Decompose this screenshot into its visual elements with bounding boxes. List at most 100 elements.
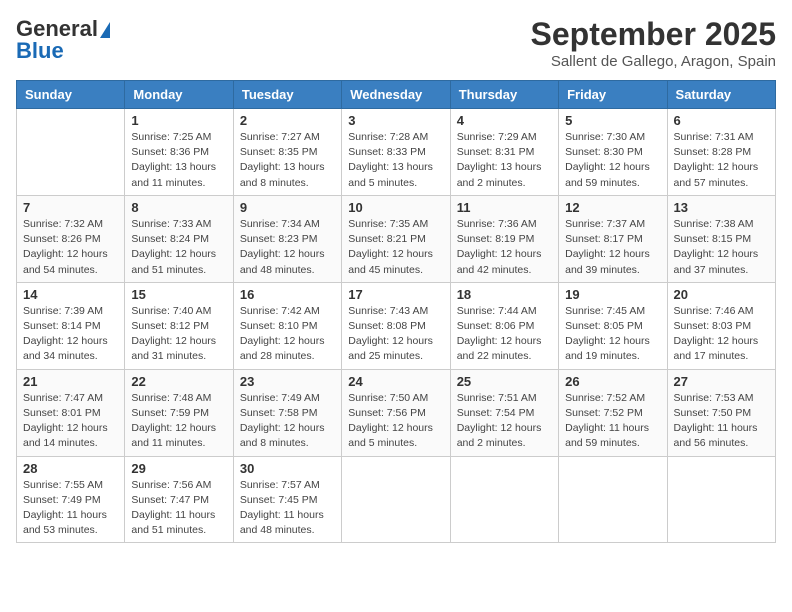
day-number: 29 bbox=[131, 461, 226, 476]
calendar-cell bbox=[450, 456, 558, 543]
day-info: Sunrise: 7:27 AMSunset: 8:35 PMDaylight:… bbox=[240, 130, 335, 191]
header: General Blue September 2025 Sallent de G… bbox=[16, 16, 776, 70]
title-area: September 2025 Sallent de Gallego, Arago… bbox=[531, 16, 776, 70]
day-info: Sunrise: 7:55 AMSunset: 7:49 PMDaylight:… bbox=[23, 478, 118, 539]
calendar-cell bbox=[667, 456, 775, 543]
day-number: 28 bbox=[23, 461, 118, 476]
day-number: 3 bbox=[348, 113, 443, 128]
day-info: Sunrise: 7:48 AMSunset: 7:59 PMDaylight:… bbox=[131, 391, 226, 452]
day-info: Sunrise: 7:40 AMSunset: 8:12 PMDaylight:… bbox=[131, 304, 226, 365]
day-number: 25 bbox=[457, 374, 552, 389]
day-info: Sunrise: 7:32 AMSunset: 8:26 PMDaylight:… bbox=[23, 217, 118, 278]
calendar-cell bbox=[17, 109, 125, 196]
calendar-cell: 14Sunrise: 7:39 AMSunset: 8:14 PMDayligh… bbox=[17, 282, 125, 369]
day-number: 26 bbox=[565, 374, 660, 389]
day-number: 18 bbox=[457, 287, 552, 302]
calendar-cell: 24 Sunrise: 7:50 AMSunset: 7:56 PMDayligh… bbox=[342, 369, 450, 456]
day-info: Sunrise: 7:25 AMSunset: 8:36 PMDaylight:… bbox=[131, 130, 226, 191]
calendar-cell: 25Sunrise: 7:51 AMSunset: 7:54 PMDayligh… bbox=[450, 369, 558, 456]
calendar-cell bbox=[342, 456, 450, 543]
calendar-cell: 3 Sunrise: 7:28 AMSunset: 8:33 PMDaylight… bbox=[342, 109, 450, 196]
day-number: 15 bbox=[131, 287, 226, 302]
calendar-week-row: 7 Sunrise: 7:32 AMSunset: 8:26 PMDaylight… bbox=[17, 195, 776, 282]
calendar-cell: 2 Sunrise: 7:27 AMSunset: 8:35 PMDaylight… bbox=[233, 109, 341, 196]
day-number: 20 bbox=[674, 287, 769, 302]
day-header-friday: Friday bbox=[559, 81, 667, 109]
calendar-cell: 10Sunrise: 7:35 AMSunset: 8:21 PMDayligh… bbox=[342, 195, 450, 282]
day-info: Sunrise: 7:36 AMSunset: 8:19 PMDaylight:… bbox=[457, 217, 552, 278]
calendar-table: SundayMondayTuesdayWednesdayThursdayFrid… bbox=[16, 80, 776, 543]
calendar-cell: 11 Sunrise: 7:36 AMSunset: 8:19 PMDayligh… bbox=[450, 195, 558, 282]
day-number: 6 bbox=[674, 113, 769, 128]
day-header-tuesday: Tuesday bbox=[233, 81, 341, 109]
calendar-cell: 8Sunrise: 7:33 AMSunset: 8:24 PMDaylight… bbox=[125, 195, 233, 282]
day-info: Sunrise: 7:30 AMSunset: 8:30 PMDaylight:… bbox=[565, 130, 660, 191]
day-info: Sunrise: 7:34 AMSunset: 8:23 PMDaylight:… bbox=[240, 217, 335, 278]
calendar-cell: 12Sunrise: 7:37 AMSunset: 8:17 PMDayligh… bbox=[559, 195, 667, 282]
day-info: Sunrise: 7:42 AMSunset: 8:10 PMDaylight:… bbox=[240, 304, 335, 365]
day-number: 21 bbox=[23, 374, 118, 389]
day-number: 11 bbox=[457, 200, 552, 215]
day-number: 19 bbox=[565, 287, 660, 302]
day-info: Sunrise: 7:46 AMSunset: 8:03 PMDaylight:… bbox=[674, 304, 769, 365]
day-number: 4 bbox=[457, 113, 552, 128]
day-header-sunday: Sunday bbox=[17, 81, 125, 109]
calendar-cell: 30 Sunrise: 7:57 AMSunset: 7:45 PMDayligh… bbox=[233, 456, 341, 543]
logo: General Blue bbox=[16, 16, 110, 64]
day-info: Sunrise: 7:38 AMSunset: 8:15 PMDaylight:… bbox=[674, 217, 769, 278]
calendar-cell: 9Sunrise: 7:34 AMSunset: 8:23 PMDaylight… bbox=[233, 195, 341, 282]
calendar-cell: 18 Sunrise: 7:44 AMSunset: 8:06 PMDayligh… bbox=[450, 282, 558, 369]
day-header-thursday: Thursday bbox=[450, 81, 558, 109]
day-number: 14 bbox=[23, 287, 118, 302]
calendar-cell: 4 Sunrise: 7:29 AMSunset: 8:31 PMDaylight… bbox=[450, 109, 558, 196]
day-number: 17 bbox=[348, 287, 443, 302]
day-number: 7 bbox=[23, 200, 118, 215]
day-info: Sunrise: 7:47 AMSunset: 8:01 PMDaylight:… bbox=[23, 391, 118, 452]
day-info: Sunrise: 7:45 AMSunset: 8:05 PMDaylight:… bbox=[565, 304, 660, 365]
day-info: Sunrise: 7:56 AMSunset: 7:47 PMDaylight:… bbox=[131, 478, 226, 539]
day-number: 8 bbox=[131, 200, 226, 215]
calendar-cell: 15 Sunrise: 7:40 AMSunset: 8:12 PMDayligh… bbox=[125, 282, 233, 369]
calendar-cell: 5Sunrise: 7:30 AMSunset: 8:30 PMDaylight… bbox=[559, 109, 667, 196]
calendar-cell: 6 Sunrise: 7:31 AMSunset: 8:28 PMDaylight… bbox=[667, 109, 775, 196]
calendar-cell: 21 Sunrise: 7:47 AMSunset: 8:01 PMDayligh… bbox=[17, 369, 125, 456]
day-info: Sunrise: 7:29 AMSunset: 8:31 PMDaylight:… bbox=[457, 130, 552, 191]
calendar-cell: 28 Sunrise: 7:55 AMSunset: 7:49 PMDayligh… bbox=[17, 456, 125, 543]
day-number: 24 bbox=[348, 374, 443, 389]
day-number: 27 bbox=[674, 374, 769, 389]
calendar-cell: 13 Sunrise: 7:38 AMSunset: 8:15 PMDayligh… bbox=[667, 195, 775, 282]
day-number: 13 bbox=[674, 200, 769, 215]
calendar-header-row: SundayMondayTuesdayWednesdayThursdayFrid… bbox=[17, 81, 776, 109]
calendar-cell: 17 Sunrise: 7:43 AMSunset: 8:08 PMDayligh… bbox=[342, 282, 450, 369]
day-number: 2 bbox=[240, 113, 335, 128]
day-info: Sunrise: 7:52 AMSunset: 7:52 PMDaylight:… bbox=[565, 391, 660, 452]
day-number: 16 bbox=[240, 287, 335, 302]
calendar-cell: 1 Sunrise: 7:25 AMSunset: 8:36 PMDaylight… bbox=[125, 109, 233, 196]
calendar-week-row: 1 Sunrise: 7:25 AMSunset: 8:36 PMDaylight… bbox=[17, 109, 776, 196]
day-info: Sunrise: 7:57 AMSunset: 7:45 PMDaylight:… bbox=[240, 478, 335, 539]
day-info: Sunrise: 7:50 AMSunset: 7:56 PMDaylight:… bbox=[348, 391, 443, 452]
day-number: 30 bbox=[240, 461, 335, 476]
calendar-cell bbox=[559, 456, 667, 543]
calendar-week-row: 14Sunrise: 7:39 AMSunset: 8:14 PMDayligh… bbox=[17, 282, 776, 369]
calendar-cell: 20 Sunrise: 7:46 AMSunset: 8:03 PMDayligh… bbox=[667, 282, 775, 369]
day-info: Sunrise: 7:43 AMSunset: 8:08 PMDaylight:… bbox=[348, 304, 443, 365]
day-info: Sunrise: 7:37 AMSunset: 8:17 PMDaylight:… bbox=[565, 217, 660, 278]
calendar-cell: 16 Sunrise: 7:42 AMSunset: 8:10 PMDayligh… bbox=[233, 282, 341, 369]
calendar-cell: 19 Sunrise: 7:45 AMSunset: 8:05 PMDayligh… bbox=[559, 282, 667, 369]
day-info: Sunrise: 7:35 AMSunset: 8:21 PMDaylight:… bbox=[348, 217, 443, 278]
day-info: Sunrise: 7:31 AMSunset: 8:28 PMDaylight:… bbox=[674, 130, 769, 191]
page-subtitle: Sallent de Gallego, Aragon, Spain bbox=[531, 53, 776, 70]
day-header-monday: Monday bbox=[125, 81, 233, 109]
page-title: September 2025 bbox=[531, 16, 776, 53]
day-info: Sunrise: 7:28 AMSunset: 8:33 PMDaylight:… bbox=[348, 130, 443, 191]
day-number: 22 bbox=[131, 374, 226, 389]
calendar-cell: 27 Sunrise: 7:53 AMSunset: 7:50 PMDayligh… bbox=[667, 369, 775, 456]
day-info: Sunrise: 7:44 AMSunset: 8:06 PMDaylight:… bbox=[457, 304, 552, 365]
day-number: 1 bbox=[131, 113, 226, 128]
day-info: Sunrise: 7:53 AMSunset: 7:50 PMDaylight:… bbox=[674, 391, 769, 452]
calendar-cell: 26 Sunrise: 7:52 AMSunset: 7:52 PMDayligh… bbox=[559, 369, 667, 456]
logo-blue: Blue bbox=[16, 38, 64, 64]
calendar-cell: 7 Sunrise: 7:32 AMSunset: 8:26 PMDaylight… bbox=[17, 195, 125, 282]
day-header-saturday: Saturday bbox=[667, 81, 775, 109]
